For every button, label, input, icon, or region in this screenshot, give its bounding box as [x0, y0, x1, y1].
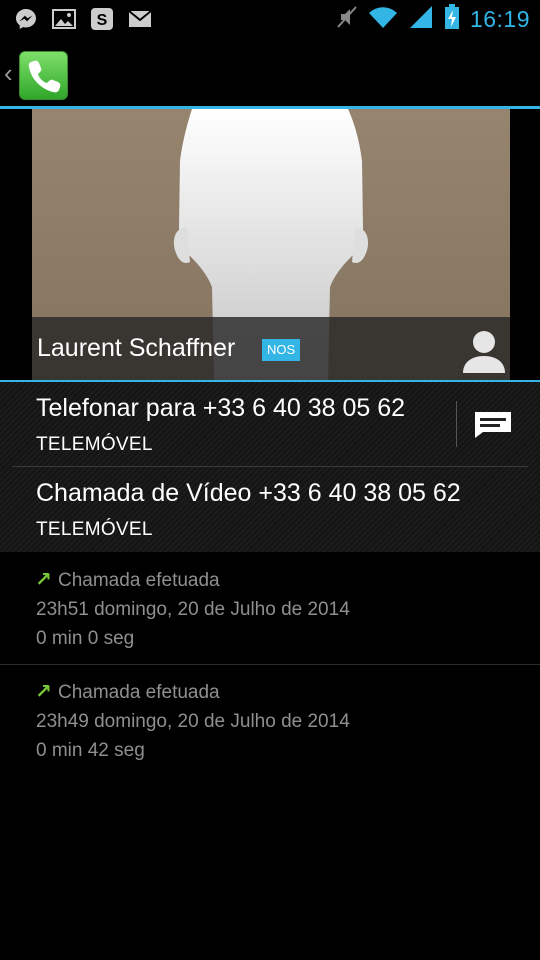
contact-photo[interactable]: Laurent Schaffner NOS	[32, 109, 510, 380]
phone-app-icon[interactable]	[19, 51, 68, 100]
status-bar: S 16:19	[0, 0, 540, 38]
contact-person-icon[interactable]	[460, 326, 508, 374]
call-log-item[interactable]: ↗ Chamada efetuada 23h51 domingo, 20 de …	[0, 553, 540, 664]
vertical-divider	[456, 401, 457, 447]
contact-photo-area: Laurent Schaffner NOS	[0, 109, 540, 380]
gmail-icon	[128, 7, 152, 31]
mute-icon	[336, 5, 358, 34]
outgoing-call-arrow-icon: ↗	[35, 681, 52, 703]
skype-icon: S	[90, 7, 114, 31]
call-action-label: Telefonar para +33 6 40 38 05 62	[36, 394, 406, 422]
call-log-duration: 0 min 0 seg	[36, 628, 135, 649]
call-action-row[interactable]: Telefonar para +33 6 40 38 05 62 TELEMÓV…	[0, 382, 540, 466]
messenger-icon	[14, 7, 38, 31]
wifi-icon	[368, 5, 398, 34]
signal-icon	[408, 5, 434, 34]
outgoing-call-arrow-icon: ↗	[35, 569, 52, 591]
call-log-duration: 0 min 42 seg	[36, 740, 145, 761]
action-bar	[0, 38, 540, 106]
call-action-type: TELEMÓVEL	[36, 434, 153, 455]
call-log-type: Chamada efetuada	[58, 570, 220, 591]
contact-name: Laurent Schaffner	[37, 334, 236, 362]
svg-text:S: S	[97, 12, 108, 29]
video-call-action-label: Chamada de Vídeo +33 6 40 38 05 62	[36, 479, 461, 507]
call-log-date: 23h49 domingo, 20 de Julho de 2014	[36, 711, 350, 732]
battery-charging-icon	[444, 4, 460, 35]
clock: 16:19	[469, 6, 530, 32]
video-call-action-row[interactable]: Chamada de Vídeo +33 6 40 38 05 62 TELEM…	[0, 467, 540, 552]
call-log-type: Chamada efetuada	[58, 682, 220, 703]
message-icon[interactable]	[473, 410, 513, 438]
call-log-item[interactable]: ↗ Chamada efetuada 23h49 domingo, 20 de …	[0, 665, 540, 776]
back-chevron-icon[interactable]: ‹	[4, 58, 13, 89]
video-call-action-type: TELEMÓVEL	[36, 519, 153, 540]
image-icon	[52, 7, 76, 31]
network-badge: NOS	[262, 339, 301, 361]
call-log-date: 23h51 domingo, 20 de Julho de 2014	[36, 599, 350, 620]
